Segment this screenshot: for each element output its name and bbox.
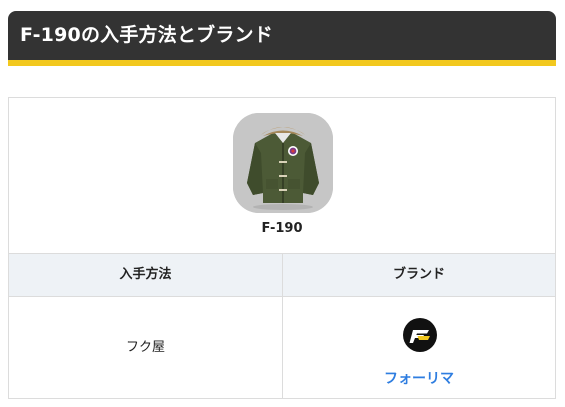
section-header: F-190の入手方法とブランド: [8, 11, 556, 66]
jacket-illustration: [233, 113, 333, 213]
item-cell: F-190: [9, 98, 555, 254]
table-row: フク屋 フォーリマ: [9, 297, 555, 398]
gear-info-table: F-190 入手方法 ブランド フク屋 フォーリマ: [8, 97, 556, 399]
forge-brand-logo-icon[interactable]: [402, 317, 438, 353]
brand-name-link[interactable]: フォーリマ: [283, 368, 555, 388]
section-title: F-190の入手方法とブランド: [20, 24, 273, 46]
acquisition-method: フク屋: [125, 340, 165, 355]
item-name: F-190: [261, 221, 303, 236]
header-brand: ブランド: [392, 267, 445, 282]
jacket-image: [233, 113, 333, 213]
header-acquisition: 入手方法: [119, 267, 172, 282]
brand-cell: フォーリマ: [283, 297, 555, 398]
